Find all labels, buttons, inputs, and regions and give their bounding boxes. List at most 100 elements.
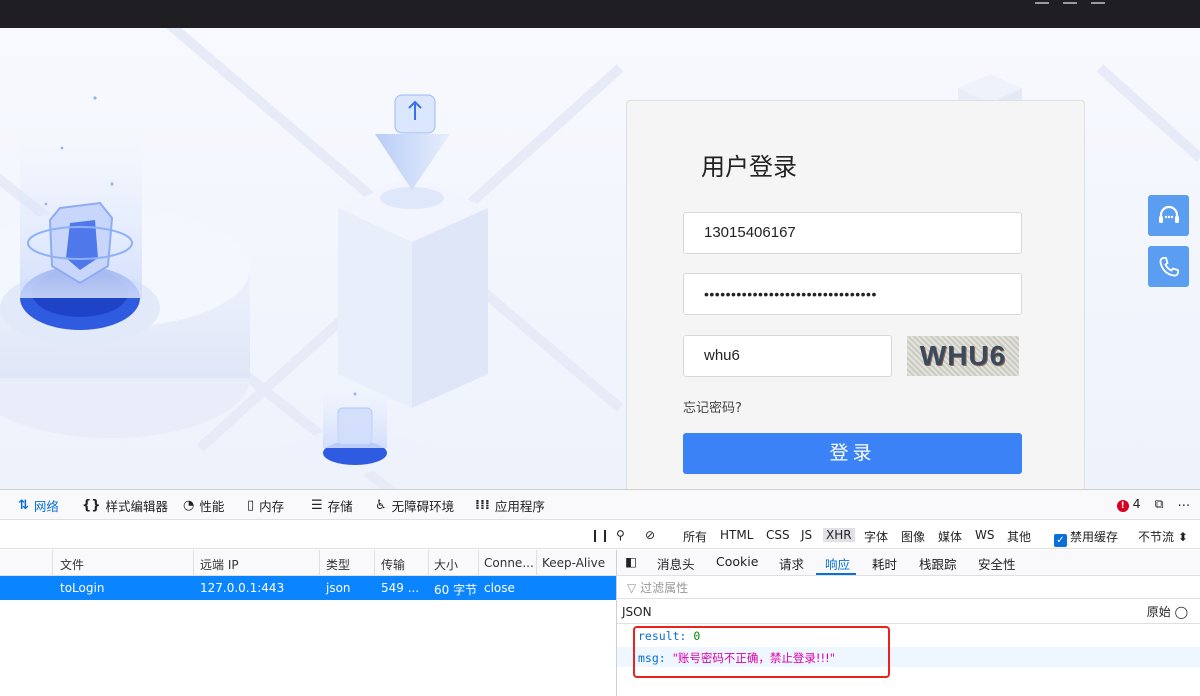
filter-ws[interactable]: WS	[975, 528, 994, 542]
tab-application-label: 应用程序	[494, 499, 545, 514]
column-divider	[478, 550, 479, 576]
filter-font[interactable]: 字体	[864, 528, 888, 545]
tab-storage-label: 存储	[327, 499, 353, 514]
accessibility-icon: ♿	[375, 498, 387, 513]
phone-contact-button[interactable]	[1148, 246, 1189, 287]
col-connection[interactable]: Conne...	[484, 556, 534, 570]
col-transferred[interactable]: 传输	[381, 556, 405, 573]
col-remote-ip[interactable]: 远端 IP	[200, 556, 239, 573]
col-type[interactable]: 类型	[326, 556, 350, 573]
tab-performance-label: 性能	[199, 499, 225, 514]
tab-request[interactable]: 请求	[779, 554, 804, 573]
search-icon[interactable]: ⚲	[616, 528, 625, 542]
json-label: JSON	[622, 605, 652, 619]
tab-network[interactable]: ⇅ 网络	[18, 496, 59, 515]
filter-xhr[interactable]: XHR	[823, 528, 855, 542]
cell-file: toLogin	[60, 581, 105, 595]
dock-icon[interactable]: ⧉	[1155, 496, 1164, 512]
filter-html[interactable]: HTML	[720, 528, 753, 542]
filter-other[interactable]: 其他	[1007, 528, 1031, 545]
error-icon: !	[1116, 500, 1129, 512]
tab-accessibility[interactable]: ♿ 无障碍环境	[375, 496, 454, 515]
filter-all[interactable]: 所有	[683, 528, 707, 545]
tab-security[interactable]: 安全性	[978, 554, 1016, 573]
disable-cache-label: 禁用缓存	[1070, 530, 1119, 544]
filter-properties-input[interactable]: ▽ 过滤属性	[617, 577, 1200, 599]
cell-remote-ip: 127.0.0.1:443	[200, 581, 285, 595]
filter-funnel-icon: ▽	[627, 581, 637, 595]
phone-input[interactable]: 13015406167	[683, 212, 1022, 254]
login-title: 用户登录	[701, 153, 797, 181]
cell-transferred: 549 ...	[381, 581, 420, 595]
tab-style-editor-label: 样式编辑器	[105, 499, 169, 514]
tab-accessibility-label: 无障碍环境	[391, 499, 455, 514]
col-size[interactable]: 大小	[434, 556, 458, 573]
throttle-select[interactable]: 不节流 ⬍	[1138, 528, 1188, 545]
raw-toggle[interactable]: 原始 ◯	[1147, 600, 1188, 624]
storage-icon: ☰	[311, 498, 323, 513]
column-divider	[319, 550, 320, 576]
login-button[interactable]: 登录	[683, 433, 1022, 474]
tab-memory-label: 内存	[259, 499, 285, 514]
raw-label: 原始	[1146, 605, 1171, 619]
sidebar-toggle-icon[interactable]: ◧	[625, 554, 637, 569]
tab-network-label: 网络	[33, 499, 59, 514]
column-divider	[428, 550, 429, 576]
headset-icon	[1158, 205, 1179, 223]
tab-headers[interactable]: 消息头	[657, 554, 695, 573]
request-table-header: 文件 远端 IP 类型 传输 大小 Conne... Keep-Alive	[0, 550, 616, 576]
disable-cache-checkbox[interactable]: ✓ 禁用缓存	[1054, 528, 1118, 547]
tab-cookie[interactable]: Cookie	[716, 554, 758, 569]
browser-top-bar	[0, 0, 1200, 28]
filter-js[interactable]: JS	[801, 528, 812, 542]
customer-service-button[interactable]	[1148, 195, 1189, 236]
devtools-right-controls: ! 4 ⧉ ⋯	[1116, 496, 1191, 512]
cell-connection: close	[484, 581, 515, 595]
filter-image[interactable]: 图像	[901, 528, 925, 545]
captcha-image[interactable]: WHU6	[907, 336, 1019, 376]
error-count: 4	[1132, 496, 1141, 511]
captcha-input[interactable]: whu6	[683, 335, 892, 377]
clear-icon[interactable]: ⊘	[645, 528, 655, 542]
filter-media[interactable]: 媒体	[938, 528, 962, 545]
network-arrows-icon: ⇅	[18, 498, 29, 513]
col-file[interactable]: 文件	[60, 556, 84, 573]
json-section-header: JSON 原始 ◯	[617, 600, 1200, 624]
tab-storage[interactable]: ☰ 存储	[311, 496, 353, 515]
window-controls[interactable]	[1035, 0, 1105, 4]
error-counter[interactable]: ! 4	[1116, 496, 1141, 512]
phone-icon	[1159, 256, 1179, 276]
braces-icon: {}	[82, 498, 101, 513]
tab-performance[interactable]: ◔ 性能	[183, 496, 224, 515]
grid-icon: ⁞⁞⁞	[475, 498, 490, 513]
checkmark-icon: ✓	[1054, 534, 1067, 547]
pause-icon[interactable]: ❙❙	[590, 528, 610, 542]
more-options-icon[interactable]: ⋯	[1178, 497, 1191, 512]
table-row[interactable]: toLogin 127.0.0.1:443 json 549 ... 60 字节…	[0, 576, 616, 600]
login-page: 用户登录 13015406167 •••••••••••••••••••••••…	[0, 28, 1200, 489]
network-filter-bar: ❙❙ ⚲ ⊘ 所有 HTML CSS JS XHR 字体 图像 媒体 WS 其他…	[0, 521, 1200, 549]
tab-memory[interactable]: ▯ 内存	[247, 496, 284, 515]
password-input[interactable]: ••••••••••••••••••••••••••••••••	[683, 273, 1022, 315]
tab-application[interactable]: ⁞⁞⁞ 应用程序	[475, 496, 545, 515]
login-card: 用户登录 13015406167 •••••••••••••••••••••••…	[626, 100, 1085, 489]
column-divider	[193, 550, 194, 576]
filter-css[interactable]: CSS	[766, 528, 790, 542]
tab-timings[interactable]: 耗时	[872, 554, 897, 573]
tab-style-editor[interactable]: {} 样式编辑器	[82, 496, 168, 515]
tab-response[interactable]: 响应	[825, 554, 850, 573]
forgot-password-link[interactable]: 忘记密码?	[683, 397, 742, 416]
column-divider	[536, 550, 537, 576]
filter-properties-placeholder: 过滤属性	[640, 581, 689, 595]
devtools-toolbar: ⇅ 网络 {} 样式编辑器 ◔ 性能 ▯ 内存 ☰ 存储 ♿ 无障碍环境 ⁞⁞⁞…	[0, 490, 1200, 520]
tab-stack-trace[interactable]: 栈跟踪	[919, 554, 957, 573]
cell-size: 60 字节	[434, 583, 478, 597]
detail-tabs: ◧ 消息头 Cookie 请求 响应 耗时 栈跟踪 安全性	[617, 550, 1200, 576]
cell-type: json	[326, 581, 351, 595]
column-divider	[374, 550, 375, 576]
captcha-image-text: WHU6	[919, 340, 1007, 371]
active-tab-indicator	[816, 573, 856, 575]
column-divider	[52, 550, 53, 576]
col-keep-alive[interactable]: Keep-Alive	[542, 556, 605, 570]
highlight-annotation-box	[633, 626, 890, 678]
